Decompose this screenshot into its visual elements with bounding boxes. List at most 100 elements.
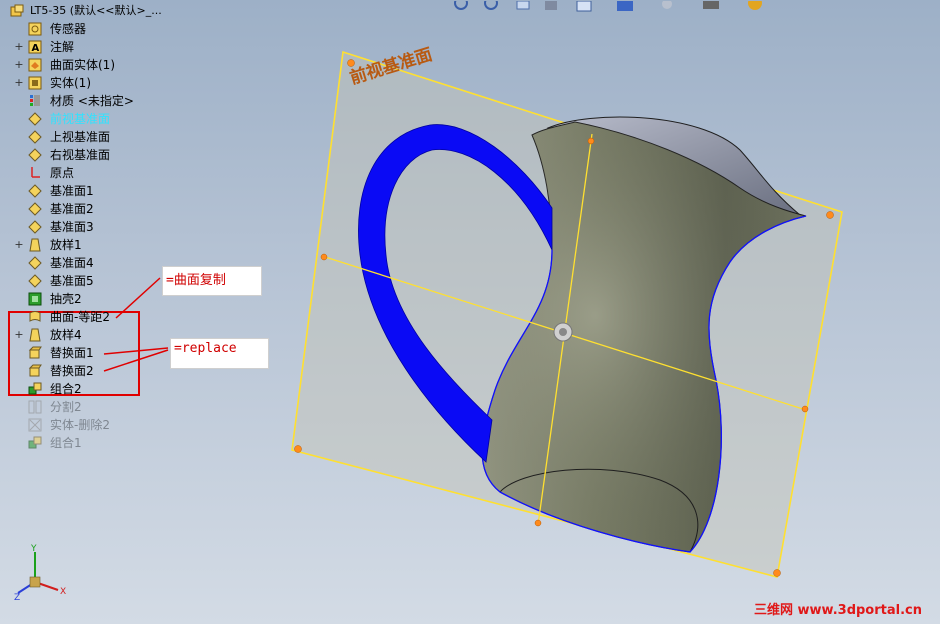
tree-item[interactable]: + 放样4 [0, 326, 320, 344]
edit-appearance-icon[interactable] [703, 1, 719, 9]
tree-item[interactable]: 基准面2 [0, 200, 320, 218]
offset-surface-icon [28, 310, 42, 324]
triad-x-label: X [60, 587, 66, 597]
tree-expander-icon[interactable]: + [14, 38, 24, 56]
section-view-icon[interactable] [545, 1, 557, 10]
tree-item-label: 实体(1) [50, 76, 91, 90]
apply-scene-icon[interactable] [748, 0, 762, 10]
tree-item[interactable]: 前视基准面 [0, 110, 320, 128]
tree-item[interactable]: 组合2 [0, 380, 320, 398]
plane-icon [28, 148, 42, 162]
tree-item-label: 基准面5 [50, 274, 94, 288]
annotation-note-replace: =replace [170, 338, 269, 369]
plane-icon [28, 202, 42, 216]
previous-view-icon[interactable] [516, 0, 530, 10]
tree-item[interactable]: 基准面4 [0, 254, 320, 272]
solid-bodies-icon [28, 76, 42, 90]
view-orientation-icon[interactable] [576, 0, 592, 12]
shell-icon [28, 292, 42, 306]
zoom-to-fit-icon[interactable] [454, 0, 468, 10]
annotation-note-replace-text: =replace [174, 341, 237, 356]
tree-item[interactable]: 上视基准面 [0, 128, 320, 146]
plane-icon [28, 220, 42, 234]
combine-icon [28, 436, 42, 450]
tree-item[interactable]: 基准面3 [0, 218, 320, 236]
tree-item-label: 实体-删除2 [50, 418, 110, 432]
delete-body-icon [28, 418, 42, 432]
tree-item[interactable]: 原点 [0, 164, 320, 182]
feature-manager-tree: LT5-35 (默认<<默认>_... 传感器 + A 注解 + 曲面实体(1) + 实体(1… [0, 0, 330, 470]
combine-icon [28, 382, 42, 396]
annotation-note-surface-copy: =曲面复制 [162, 266, 262, 296]
coordinate-triad [17, 552, 59, 594]
replace-face-icon [28, 364, 42, 378]
tree-item[interactable]: 抽壳2 [0, 290, 320, 308]
tree-item[interactable]: 组合1 [0, 434, 320, 452]
origin-icon [28, 166, 42, 180]
zoom-to-area-icon[interactable] [484, 0, 498, 10]
tree-expander-icon[interactable]: + [14, 74, 24, 92]
tree-item-label: 曲面实体(1) [50, 58, 115, 72]
display-style-icon[interactable] [617, 1, 633, 11]
tree-item[interactable]: 实体-删除2 [0, 416, 320, 434]
tree-item-label: 右视基准面 [50, 148, 111, 162]
material-icon [28, 94, 42, 108]
tree-item[interactable]: + A 注解 [0, 38, 320, 56]
annotation-note-surface-copy-text: =曲面复制 [166, 273, 226, 288]
plane-icon [28, 184, 42, 198]
tree-item[interactable]: 传感器 [0, 20, 320, 38]
tree-item-label: 传感器 [50, 22, 87, 36]
tree-item-label: 基准面1 [50, 184, 94, 198]
tree-item-label: 注解 [50, 40, 75, 54]
tree-item[interactable]: 右视基准面 [0, 146, 320, 164]
hide-show-items-icon[interactable] [662, 0, 672, 9]
tree-item[interactable]: 分割2 [0, 398, 320, 416]
tree-item-label: 上视基准面 [50, 130, 111, 144]
tree-item-label: 基准面2 [50, 202, 94, 216]
tree-item-label: 前视基准面 [50, 112, 111, 126]
tree-expander-icon[interactable]: + [14, 56, 24, 74]
tree-item-label: 分割2 [50, 400, 82, 414]
tree-root-label: LT5-35 (默认<<默认>_... [30, 4, 162, 17]
tree-item-label: 曲面-等距2 [50, 310, 110, 324]
tree-item[interactable]: 替换面1 [0, 344, 320, 362]
tree-item[interactable]: + 曲面实体(1) [0, 56, 320, 74]
triad-y-label: Y [30, 544, 37, 554]
tree-item[interactable]: 基准面1 [0, 182, 320, 200]
tree-item-label: 组合2 [50, 382, 82, 396]
tree-item[interactable]: 材质 <未指定> [0, 92, 320, 110]
tree-item-label: 基准面3 [50, 220, 94, 234]
tree-item[interactable]: 曲面-等距2 [0, 308, 320, 326]
plane-icon [28, 256, 42, 270]
tree-item-label: 替换面2 [50, 364, 94, 378]
view-toolbar [445, 0, 775, 14]
tree-item[interactable]: 基准面5 [0, 272, 320, 290]
tree-item-label: 组合1 [50, 436, 82, 450]
surface-bodies-icon [28, 58, 42, 72]
plane-icon [28, 274, 42, 288]
tree-item[interactable]: + 实体(1) [0, 74, 320, 92]
tree-item-label: 原点 [50, 166, 75, 180]
part-icon [10, 4, 24, 18]
replace-face-icon [28, 346, 42, 360]
plane-icon [28, 130, 42, 144]
tree-root-part[interactable]: LT5-35 (默认<<默认>_... [0, 2, 320, 20]
watermark: 三维网 www.3dportal.cn [753, 603, 922, 618]
tree-item-label: 放样4 [50, 328, 82, 342]
tree-expander-icon[interactable]: + [14, 326, 24, 344]
triad-z-label: Z [14, 593, 20, 603]
loft-icon [28, 328, 42, 342]
move-handle-icon[interactable] [553, 322, 573, 342]
tree-item-label: 放样1 [50, 238, 82, 252]
annotation-icon: A [28, 40, 42, 54]
tree-item-label: 抽壳2 [50, 292, 82, 306]
tree-expander-icon[interactable]: + [14, 236, 24, 254]
tree-item-label: 材质 <未指定> [50, 94, 134, 108]
sensor-icon [28, 22, 42, 36]
split-icon [28, 400, 42, 414]
tree-item-label: 替换面1 [50, 346, 94, 360]
svg-text:A: A [32, 43, 40, 54]
loft-icon [28, 238, 42, 252]
tree-item[interactable]: 替换面2 [0, 362, 320, 380]
tree-item[interactable]: + 放样1 [0, 236, 320, 254]
